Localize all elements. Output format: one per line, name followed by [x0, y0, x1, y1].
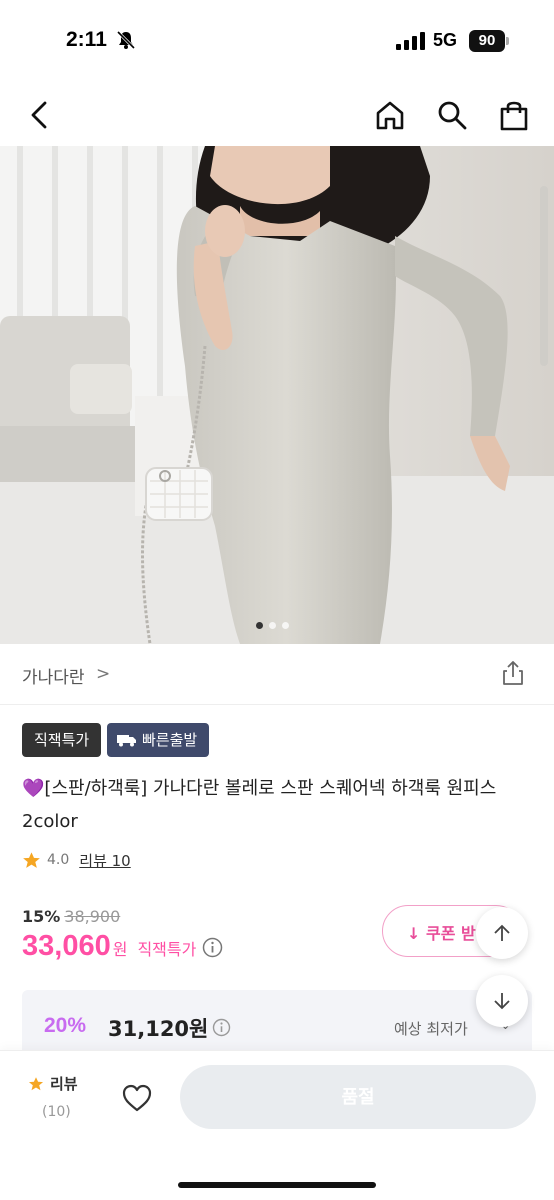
bell-slash-icon: [116, 30, 136, 50]
review-link[interactable]: 리뷰 10: [79, 850, 130, 871]
discount-percent: 15%: [22, 907, 61, 926]
status-time: 2:11: [66, 28, 107, 51]
sale-price: 33,060: [22, 930, 111, 962]
search-icon[interactable]: [435, 98, 469, 132]
signal-icon: [396, 32, 425, 50]
bottom-action-bar: 리뷰 (10) 품절: [0, 1050, 554, 1200]
original-price: 38,900: [64, 907, 121, 926]
scroll-up-button[interactable]: [476, 907, 528, 959]
soldout-button[interactable]: 품절: [180, 1065, 536, 1129]
deal-badge: 직잭특가: [22, 723, 102, 757]
best-price-percent: 20%: [44, 1014, 87, 1037]
original-price-row: 15% 38,900: [22, 907, 120, 926]
star-icon: [28, 1076, 44, 1090]
battery-level: 90: [469, 30, 505, 52]
back-icon[interactable]: [22, 98, 56, 132]
nav-bar: [0, 84, 554, 146]
brand-name[interactable]: 가나다란: [22, 663, 85, 688]
info-icon[interactable]: [202, 937, 223, 958]
shipping-badge: 빠른출발: [107, 723, 210, 757]
heart-icon[interactable]: [120, 1081, 154, 1115]
share-icon[interactable]: [500, 660, 526, 686]
star-icon: [23, 851, 40, 868]
product-photo: [0, 146, 554, 644]
coupon-label: ↓ 쿠폰 받: [407, 924, 476, 943]
purple-heart-emoji: 💜: [22, 778, 45, 799]
chevron-right-icon: >: [96, 664, 111, 684]
bottom-review-button[interactable]: 리뷰 (10): [28, 1073, 88, 1120]
home-icon[interactable]: [373, 98, 407, 132]
info-icon[interactable]: [212, 1018, 231, 1037]
rating-value: 4.0: [47, 852, 70, 868]
brand-row[interactable]: 가나다란 >: [0, 644, 554, 704]
shopping-bag-icon[interactable]: [497, 98, 531, 132]
product-image[interactable]: [0, 146, 554, 644]
bottom-review-label: 리뷰: [50, 1075, 78, 1093]
bottom-review-count: (10): [42, 1104, 71, 1120]
gallery-indicator: [256, 622, 289, 629]
product-title-text: [스판/하객룩] 가나다란 볼레로 스판 스퀘어넥 하객룩 원피스 2color: [22, 778, 497, 832]
gallery-dot[interactable]: [282, 622, 289, 629]
battery-tip: [506, 37, 509, 45]
shipping-badge-label: 빠른출발: [142, 731, 198, 749]
arrow-down-icon: [494, 993, 510, 1010]
truck-icon: [117, 735, 136, 747]
deal-price-label: 직잭특가: [137, 940, 197, 959]
arrow-up-icon: [494, 924, 510, 941]
scroll-down-button[interactable]: [476, 975, 528, 1027]
status-bar: 2:11 5G 90: [0, 0, 554, 84]
best-price-label: 예상 최저가: [394, 1020, 468, 1038]
divider: [0, 704, 554, 705]
gallery-dot[interactable]: [269, 622, 276, 629]
network-label: 5G: [433, 30, 458, 50]
sale-price-row: 33,060 원 직잭특가: [22, 930, 223, 963]
home-indicator: [178, 1182, 376, 1188]
currency-label: 원: [112, 940, 128, 959]
product-title: 💜[스판/하객룩] 가나다란 볼레로 스판 스퀘어넥 하객룩 원피스 2colo…: [22, 772, 532, 838]
rating-row: 4.0 리뷰 10: [22, 848, 131, 872]
gallery-dot[interactable]: [256, 622, 263, 629]
best-price-value: 31,120원: [108, 1017, 209, 1041]
